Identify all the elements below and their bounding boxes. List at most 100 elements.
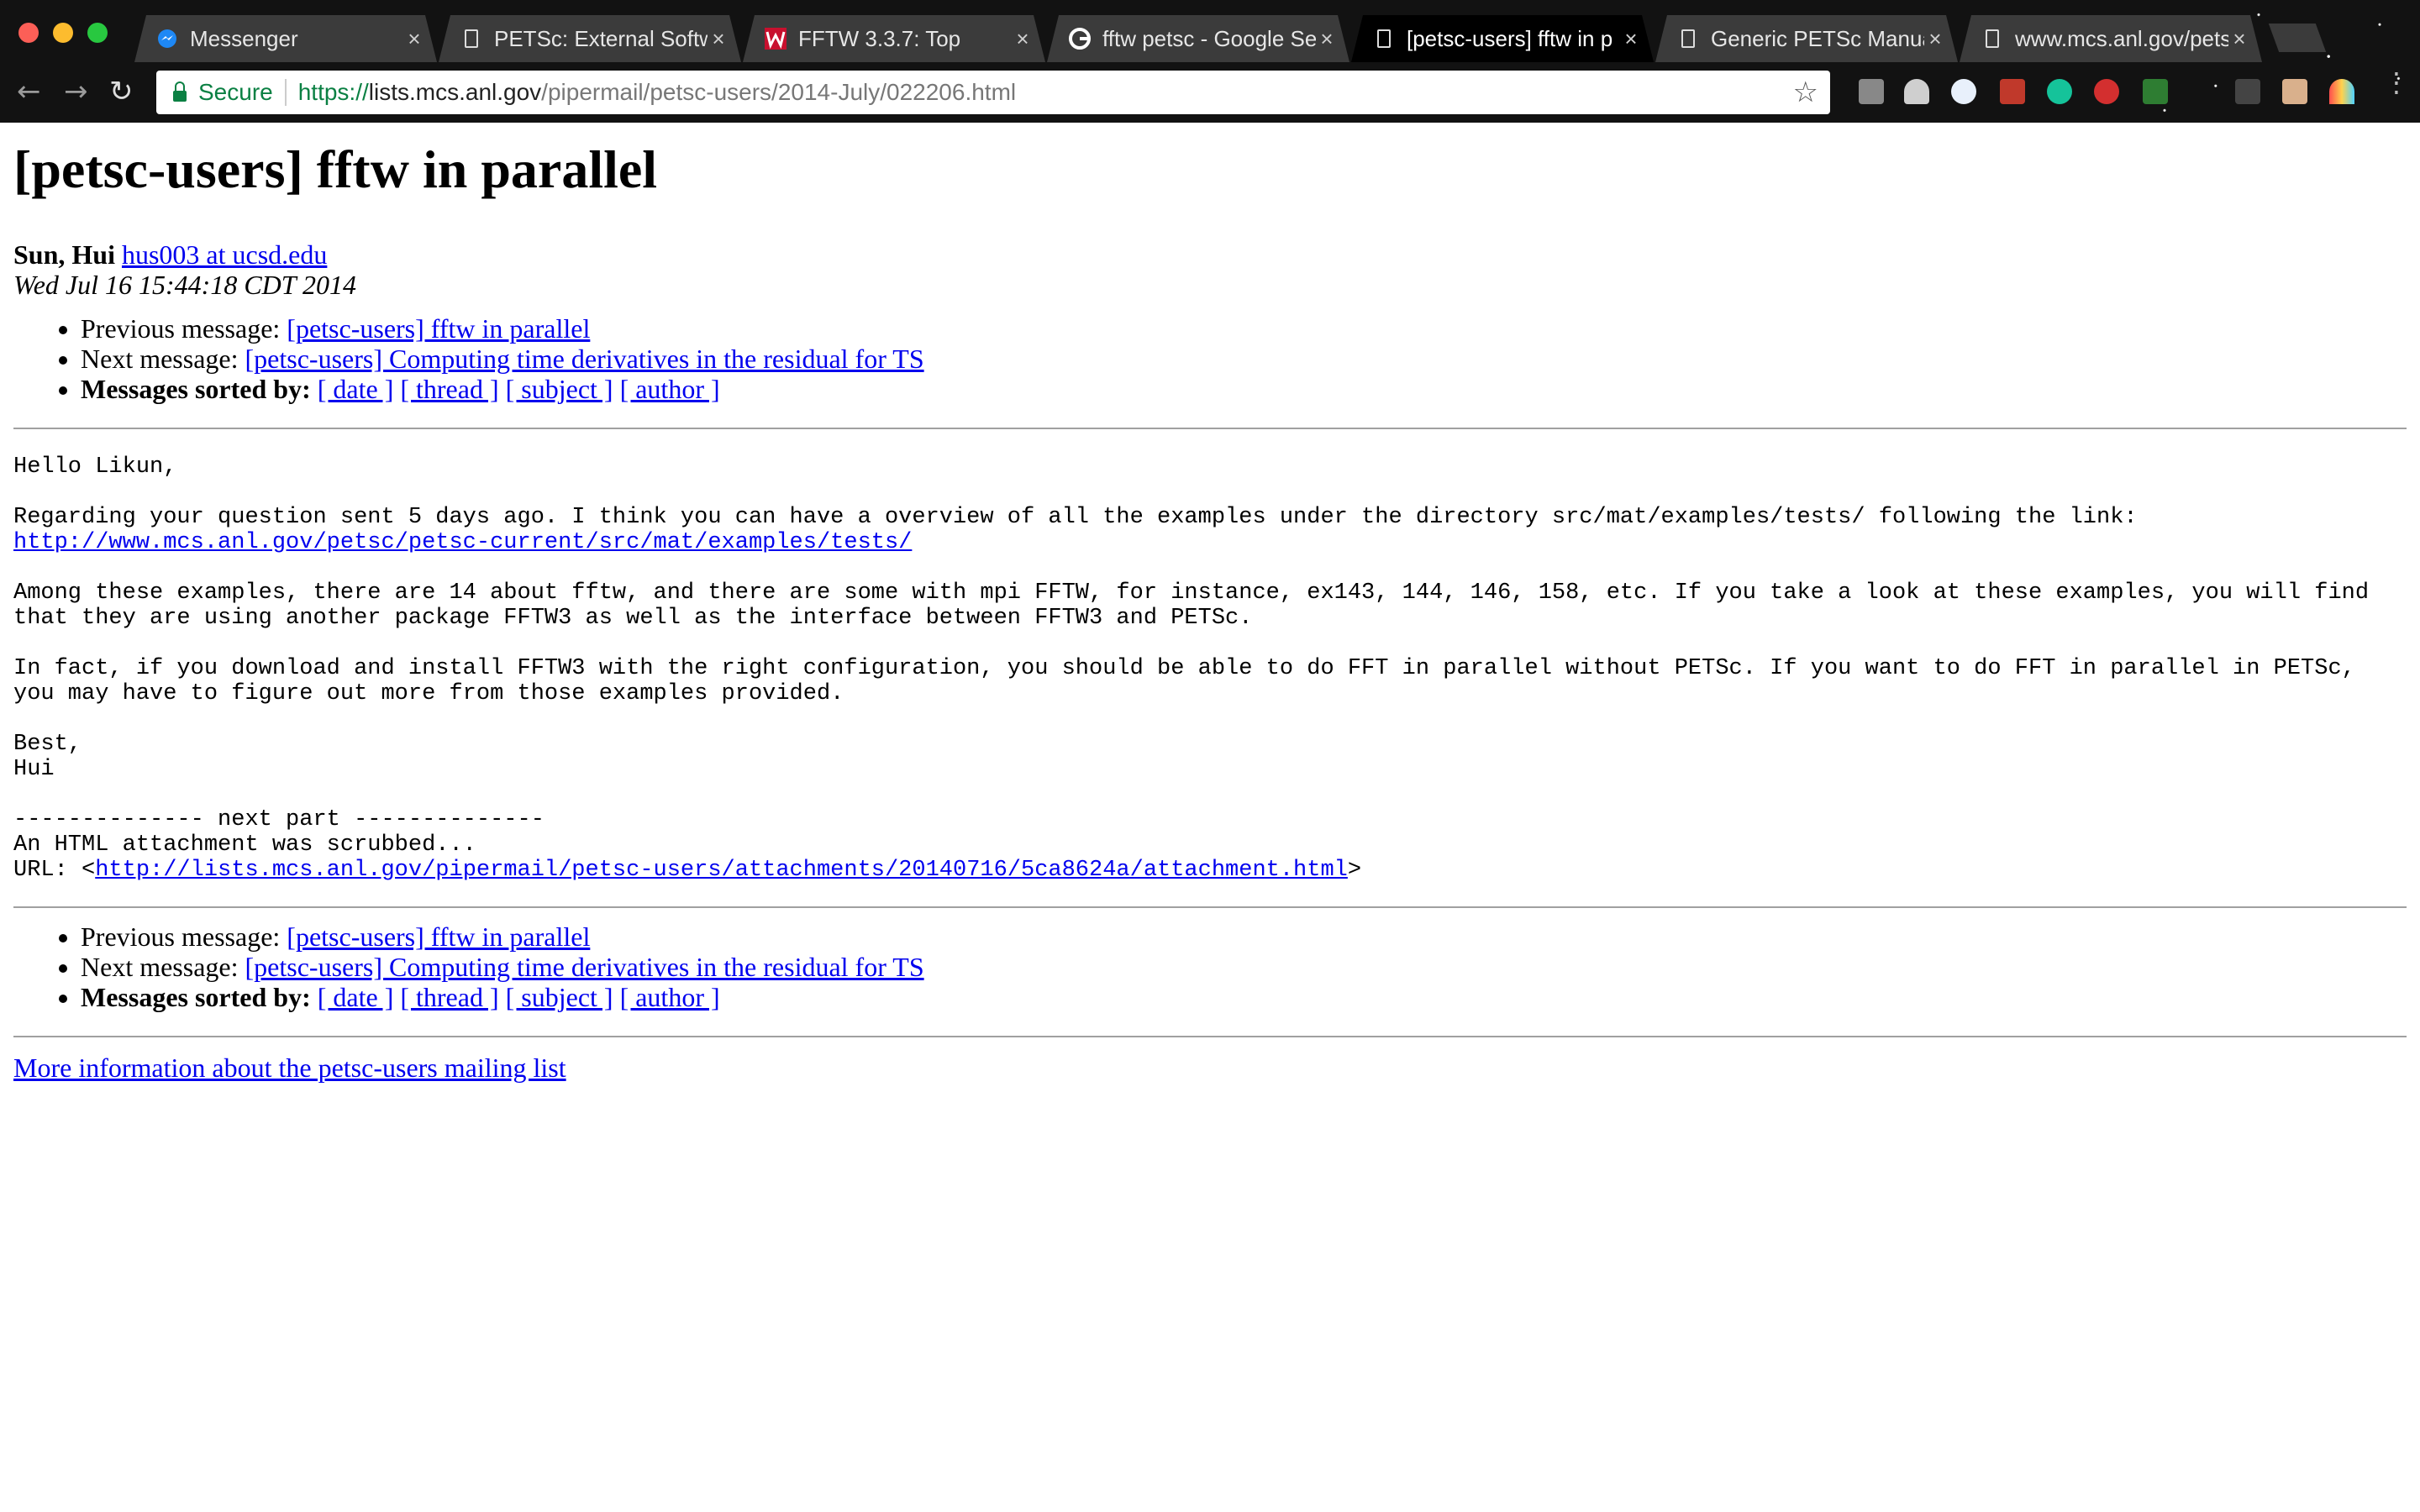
next-message-label: Next message: [81,951,239,982]
divider [284,79,287,106]
next-message-label: Next message: [81,343,239,374]
tab-generic-petsc-manual[interactable]: Generic PETSc Manua × [1655,15,1958,62]
author-email-link[interactable]: hus003 at ucsd.edu [122,239,327,270]
mail-extension-icon[interactable] [2235,79,2260,104]
url-scheme: https:// [297,79,369,105]
examples-link[interactable]: http://www.mcs.anl.gov/petsc/petsc-curre… [13,530,912,555]
page-title: [petsc-users] fftw in parallel [13,139,658,199]
tab-title: FFTW 3.3.7: Top [798,25,961,51]
tab-title: PETSc: External Softw [494,25,708,51]
sort-by-thread-link[interactable]: [ thread ] [400,982,498,1012]
divider [13,427,2407,429]
close-tab-icon[interactable]: × [1924,26,1946,52]
cloud-extension-icon[interactable] [1904,79,1929,104]
forward-arrow-icon[interactable]: → [64,77,88,106]
body-greeting: Hello Likun, [13,454,177,480]
tab-mcs-anl-gov[interactable]: www.mcs.anl.gov/pets × [1960,15,2262,62]
previous-message-link[interactable]: [petsc-users] fftw in parallel [287,921,590,952]
next-message-link[interactable]: [petsc-users] Computing time derivatives… [245,952,924,982]
tab-petsc-users-fftw[interactable]: [petsc-users] fftw in p × [1351,15,1654,62]
divider [13,906,2407,908]
w-logo-icon [765,28,786,50]
url-label: URL: < [13,857,96,883]
reload-icon[interactable]: ↻ [109,77,134,106]
body-paragraph: Among these examples, there are 14 about… [13,580,2383,631]
rainbow-extension-icon[interactable] [2329,79,2354,104]
sort-by-author-link[interactable]: [ author ] [620,982,720,1012]
close-window-button[interactable] [18,23,39,43]
document-icon [1981,28,2003,50]
next-message-link[interactable]: [petsc-users] Computing time derivatives… [245,344,924,374]
message-nav-top: Previous message: [petsc-users] fftw in … [13,313,2407,404]
next-part-separator: -------------- next part -------------- [13,806,544,832]
mailing-list-info-link[interactable]: More information about the petsc-users m… [13,1053,566,1084]
url-close: > [1347,857,1362,883]
close-tab-icon[interactable]: × [403,26,425,52]
minimize-window-button[interactable] [53,23,73,43]
sort-by-author-link[interactable]: [ author ] [620,374,720,404]
sort-by-subject-link[interactable]: [ subject ] [506,982,613,1012]
sort-by-date-link[interactable]: [ date ] [318,374,394,404]
shield-extension-icon[interactable] [1951,79,1976,104]
body-signature: Hui [13,756,55,782]
extension-icon[interactable] [1859,79,1884,104]
bookmark-star-icon[interactable]: ☆ [1793,76,1818,109]
tab-title: [petsc-users] fftw in p [1407,25,1613,51]
close-tab-icon[interactable]: × [1316,26,1338,52]
divider [13,1035,2407,1037]
sorted-by-label: Messages sorted by: [81,981,311,1012]
body-paragraph: Regarding your question sent 5 days ago.… [13,504,2138,530]
tab-title: fftw petsc - Google Se [1102,25,1316,51]
sort-by-date-link[interactable]: [ date ] [318,982,394,1012]
message-body: Hello Likun, Regarding your question sen… [13,454,2407,883]
previous-message-label: Previous message: [81,312,281,344]
list-item: Previous message: [petsc-users] fftw in … [81,921,2407,952]
grammarly-icon[interactable] [2047,79,2072,104]
tab-fftw[interactable]: FFTW 3.3.7: Top × [743,15,1045,62]
attachment-link[interactable]: http://lists.mcs.anl.gov/pipermail/petsc… [95,858,1348,883]
document-icon [460,28,482,50]
lock-icon [173,81,187,102]
maximize-window-button[interactable] [87,23,108,43]
tab-messenger[interactable]: Messenger × [134,15,437,62]
back-arrow-icon[interactable]: ← [17,77,41,106]
face-extension-icon[interactable] [2282,79,2307,104]
url-host: lists.mcs.anl.gov [368,79,542,105]
close-tab-icon[interactable]: × [2228,26,2250,52]
checkmark-extension-icon[interactable] [2143,79,2168,104]
document-icon [1677,28,1699,50]
tab-title: Generic PETSc Manua [1711,25,1924,51]
page-content: [petsc-users] fftw in parallel Sun, Hui … [13,123,2407,1084]
close-tab-icon[interactable]: × [1012,26,1034,52]
author-name: Sun, Hui [13,239,115,270]
google-icon [1069,28,1091,50]
url-path: /pipermail/petsc-users/2014-July/022206.… [541,79,1017,105]
sort-by-subject-link[interactable]: [ subject ] [506,374,613,404]
close-tab-icon[interactable]: × [708,26,729,52]
list-item: Messages sorted by: [ date ] [ thread ] … [81,374,2407,404]
secure-label: Secure [198,79,273,105]
list-item: Next message: [petsc-users] Computing ti… [81,952,2407,982]
tab-petsc-external-software[interactable]: PETSc: External Softw × [439,15,741,62]
tab-google-search[interactable]: fftw petsc - Google Se × [1047,15,1349,62]
browser-chrome: Messenger × PETSc: External Softw × FFTW… [0,0,2420,123]
address-bar[interactable]: Secure https://lists.mcs.anl.gov/piperma… [156,71,1830,114]
sender-block: Sun, Hui hus003 at ucsd.edu Wed Jul 16 1… [13,239,2407,300]
close-tab-icon[interactable]: × [1620,26,1642,52]
ublock-icon[interactable] [2094,79,2119,104]
body-paragraph: In fact, if you download and install FFT… [13,655,2370,706]
list-item: Messages sorted by: [ date ] [ thread ] … [81,982,2407,1012]
previous-message-label: Previous message: [81,921,281,952]
tab-title: www.mcs.anl.gov/pets [2015,25,2228,51]
body-signoff: Best, [13,731,82,757]
list-item: Previous message: [petsc-users] fftw in … [81,313,2407,344]
scrubbed-notice: An HTML attachment was scrubbed... [13,832,476,858]
new-tab-button[interactable] [2268,24,2327,52]
previous-message-link[interactable]: [petsc-users] fftw in parallel [287,313,590,344]
sort-by-thread-link[interactable]: [ thread ] [400,374,498,404]
menu-icon[interactable]: ⋮ [2383,69,2410,96]
tab-title: Messenger [190,25,298,51]
bookmark-extension-icon[interactable] [2000,79,2025,104]
document-icon [1373,28,1395,50]
list-item: Next message: [petsc-users] Computing ti… [81,344,2407,374]
